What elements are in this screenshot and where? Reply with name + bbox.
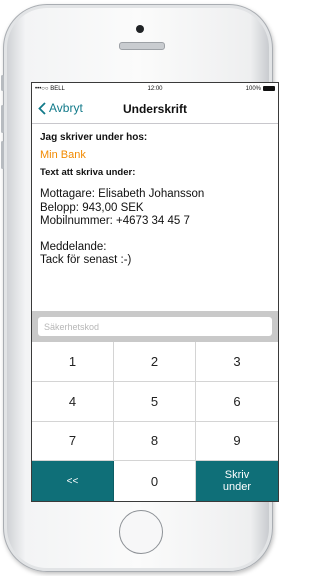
amount-line: Belopp: 943,00 SEK xyxy=(40,201,144,214)
mute-switch xyxy=(1,75,4,91)
phone-screen: •••○○ BELL 12:00 100% Avbryt Underskrift… xyxy=(31,82,279,502)
text-to-sign-label: Text att skriva under: xyxy=(40,167,136,178)
recipient-line: Mottagare: Elisabeth Johansson xyxy=(40,188,205,200)
key-9[interactable]: 9 xyxy=(196,421,278,462)
message-label: Meddelande: xyxy=(40,240,107,253)
earpiece-speaker xyxy=(119,42,165,50)
page-title: Underskrift xyxy=(122,102,187,116)
navigation-bar: Avbryt Underskrift xyxy=(32,95,278,124)
sign-button-line2: under xyxy=(222,481,252,494)
key-3[interactable]: 3 xyxy=(196,342,278,382)
key-0[interactable]: 0 xyxy=(114,461,196,501)
status-bar: •••○○ BELL 12:00 100% xyxy=(32,83,278,95)
volume-down-button xyxy=(1,141,4,169)
key-5[interactable]: 5 xyxy=(114,381,196,422)
sign-button[interactable]: Skriv under xyxy=(196,461,278,501)
sign-button-line1: Skriv xyxy=(224,469,250,482)
payment-details: Mottagare: Elisabeth Johansson Belopp: 9… xyxy=(40,188,270,229)
status-time: 12:00 xyxy=(147,86,163,92)
key-2[interactable]: 2 xyxy=(114,342,196,382)
key-8[interactable]: 8 xyxy=(114,421,196,462)
sign-button-label: Skriv under xyxy=(223,469,251,493)
bank-name: Min Bank xyxy=(40,149,86,161)
message-block: Meddelande: Tack för senast :-) xyxy=(40,241,270,268)
signing-details: Jag skriver under hos: Min Bank Text att… xyxy=(32,124,278,268)
backspace-button[interactable]: << xyxy=(32,461,114,501)
numeric-keypad: 1 2 3 4 5 6 7 8 9 << 0 Skriv under xyxy=(32,342,278,501)
keypad-area: 1 2 3 4 5 6 7 8 9 << 0 Skriv under xyxy=(32,311,278,501)
message-text: Tack för senast :-) xyxy=(40,254,132,266)
security-code-input[interactable] xyxy=(38,317,272,336)
home-button[interactable] xyxy=(119,510,163,554)
mobile-line: Mobilnummer: +4673 34 45 7 xyxy=(40,215,190,227)
key-6[interactable]: 6 xyxy=(196,381,278,422)
key-1[interactable]: 1 xyxy=(32,342,114,382)
front-camera xyxy=(136,25,144,33)
key-7[interactable]: 7 xyxy=(32,421,114,462)
key-4[interactable]: 4 xyxy=(32,381,114,422)
signing-with-label: Jag skriver under hos: xyxy=(40,132,148,143)
volume-up-button xyxy=(1,105,4,133)
